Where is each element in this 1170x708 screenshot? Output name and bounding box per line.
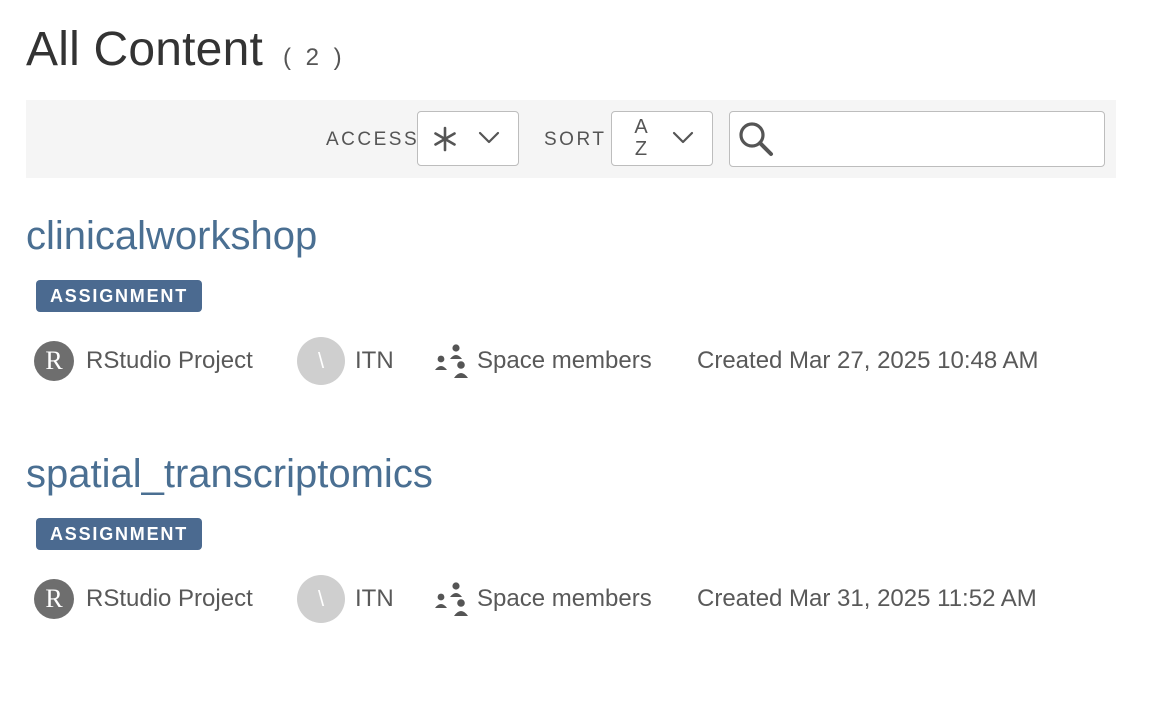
chevron-down-icon xyxy=(672,131,694,144)
search-box[interactable] xyxy=(729,111,1105,167)
access-filter-dropdown[interactable] xyxy=(417,111,519,166)
created-timestamp: Created Mar 31, 2025 11:52 AM xyxy=(697,585,1037,612)
owner-name: ITN xyxy=(355,347,394,374)
content-type-label: RStudio Project xyxy=(86,347,253,374)
content-title-link[interactable]: spatial_transcriptomics xyxy=(26,452,433,497)
content-item: clinicalworkshop ASSIGNMENT R RStudio Pr… xyxy=(26,214,1126,414)
sort-dropdown[interactable]: A Z xyxy=(611,111,713,166)
owner-avatar: \ xyxy=(297,337,345,385)
content-page: All Content ( 2 ) ACCESS SORT A Z clinic… xyxy=(0,0,1170,708)
owner-avatar: \ xyxy=(297,575,345,623)
content-title-link[interactable]: clinicalworkshop xyxy=(26,214,317,259)
content-access: Space members xyxy=(433,340,652,382)
sort-label: SORT xyxy=(544,129,607,150)
rstudio-project-icon: R xyxy=(34,341,74,381)
sort-letter-a: A xyxy=(634,116,648,138)
content-item: spatial_transcriptomics ASSIGNMENT R RSt… xyxy=(26,452,1126,652)
rstudio-project-icon: R xyxy=(34,579,74,619)
people-group-icon xyxy=(435,344,468,378)
chevron-down-icon xyxy=(478,131,500,144)
search-input[interactable] xyxy=(784,118,1098,160)
content-type-label: RStudio Project xyxy=(86,585,253,612)
access-filter-label: ACCESS xyxy=(326,129,420,150)
people-group-icon xyxy=(435,582,468,616)
content-count: ( 2 ) xyxy=(283,44,346,71)
access-label: Space members xyxy=(477,585,652,612)
owner-name: ITN xyxy=(355,585,394,612)
assignment-badge: ASSIGNMENT xyxy=(36,518,203,550)
search-icon xyxy=(739,122,773,156)
content-owner[interactable]: \ ITN xyxy=(297,575,394,623)
content-owner[interactable]: \ ITN xyxy=(297,337,394,385)
sort-az-icon: A Z xyxy=(632,116,650,160)
content-type: R RStudio Project xyxy=(34,578,253,620)
page-header: All Content ( 2 ) xyxy=(26,22,346,77)
page-title: All Content xyxy=(26,23,263,76)
created-timestamp: Created Mar 27, 2025 10:48 AM xyxy=(697,347,1039,374)
access-label: Space members xyxy=(477,347,652,374)
content-type: R RStudio Project xyxy=(34,340,253,382)
assignment-badge: ASSIGNMENT xyxy=(36,280,203,312)
content-access: Space members xyxy=(433,578,652,620)
sort-letter-z: Z xyxy=(634,138,648,160)
asterisk-icon xyxy=(434,126,456,152)
filter-toolbar: ACCESS SORT A Z xyxy=(26,100,1116,178)
